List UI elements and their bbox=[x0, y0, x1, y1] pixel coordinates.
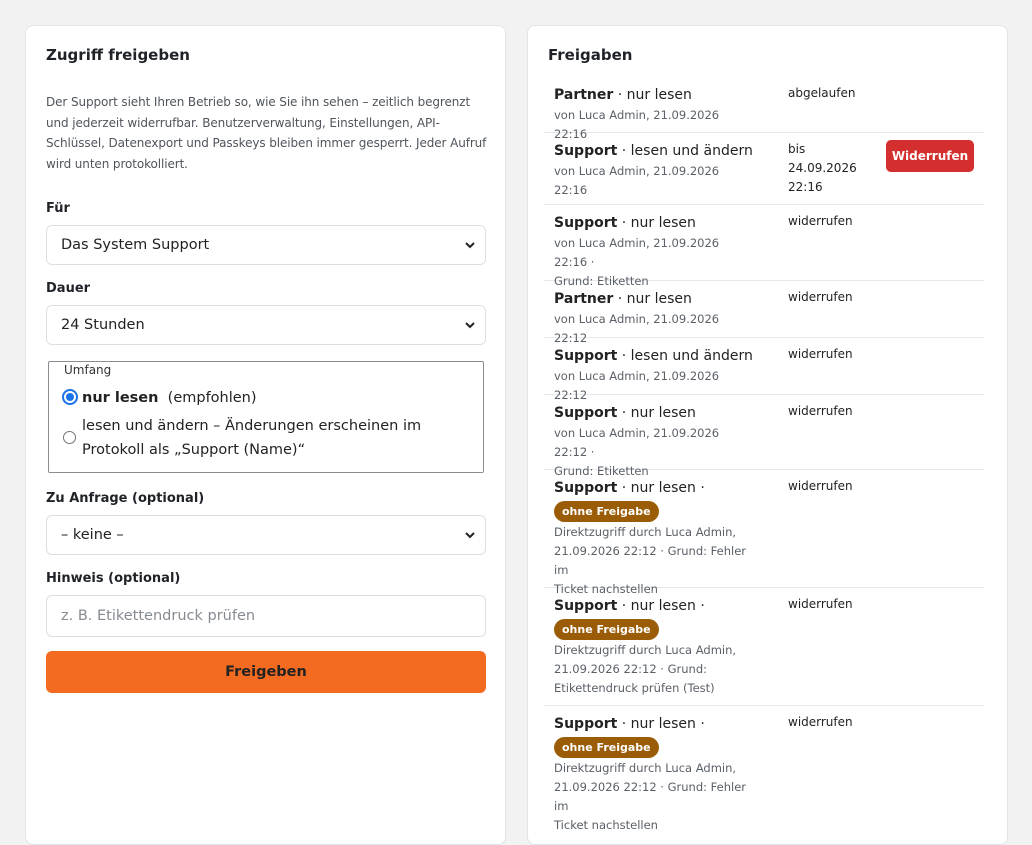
revoke-button[interactable]: Widerrufen bbox=[886, 140, 974, 172]
scope-write-label[interactable]: lesen und ändern – Änderungen erscheinen… bbox=[82, 414, 421, 462]
grant-entry: Support · nur lesen · ohne Freigabe Dire… bbox=[544, 469, 984, 596]
grant-status: widerrufen bbox=[788, 347, 853, 361]
grant-meta-line: Etikettendruck prüfen (Test) bbox=[554, 681, 715, 695]
note-label: Hinweis (optional) bbox=[46, 571, 181, 586]
for-select[interactable]: Das System Support bbox=[46, 225, 486, 265]
grant-heading: Support · lesen und ändern bbox=[554, 143, 753, 159]
grant-status: widerrufen bbox=[788, 597, 853, 611]
grant-entry: Support · lesen und ändern von Luca Admi… bbox=[544, 337, 984, 402]
grant-meta-line: von Luca Admin, 21.09.2026 22:16 · bbox=[554, 236, 720, 269]
grant-meta: Direktzugriff durch Luca Admin, 21.09.202… bbox=[554, 759, 754, 835]
grants-title: Freigaben bbox=[548, 46, 633, 64]
grant-meta-line: 21.09.2026 22:12 · Grund: bbox=[554, 662, 707, 676]
grant-heading: Support · lesen und ändern bbox=[554, 348, 753, 364]
request-select[interactable]: – keine – bbox=[46, 515, 486, 555]
for-select-value: Das System Support bbox=[61, 237, 210, 253]
duration-label: Dauer bbox=[46, 281, 91, 296]
grant-heading: Support · nur lesen bbox=[554, 405, 696, 421]
status-badge: ohne Freigabe bbox=[554, 619, 659, 640]
grant-mode: lesen und ändern bbox=[630, 348, 753, 364]
grant-status: abgelaufen bbox=[788, 86, 856, 100]
grant-entry: Support · nur lesen · ohne Freigabe Dire… bbox=[544, 705, 984, 832]
chevron-down-icon bbox=[465, 322, 475, 329]
for-label: Für bbox=[46, 201, 70, 216]
grant-status: widerrufen bbox=[788, 479, 853, 493]
grant-meta: von Luca Admin, 21.09.2026 22:16 bbox=[554, 164, 720, 197]
grant-status: widerrufen bbox=[788, 290, 853, 304]
grant-entry: Partner · nur lesen von Luca Admin, 21.0… bbox=[544, 280, 984, 345]
chevron-down-icon bbox=[465, 242, 475, 249]
grant-heading: Support · nur lesen · bbox=[554, 598, 705, 614]
grant-entry: Partner · nur lesen von Luca Admin, 21.0… bbox=[544, 76, 984, 141]
grant-status: widerrufen bbox=[788, 404, 853, 418]
grant-heading: Support · nur lesen bbox=[554, 215, 696, 231]
duration-select[interactable]: 24 Stunden bbox=[46, 305, 486, 345]
grant-heading: Partner · nur lesen bbox=[554, 291, 692, 307]
grant-who: Support bbox=[554, 598, 618, 614]
grant-heading: Support · nur lesen · bbox=[554, 480, 705, 496]
grant-status: widerrufen bbox=[788, 214, 853, 228]
grant-heading: Partner · nur lesen bbox=[554, 87, 692, 103]
note-input[interactable]: z. B. Etikettendruck prüfen bbox=[46, 595, 486, 637]
share-access-card: Zugriff freigeben Der Support sieht Ihre… bbox=[25, 25, 506, 845]
grant-status-line: 24.09.2026 bbox=[788, 161, 857, 175]
grant-who: Support bbox=[554, 480, 618, 496]
grant-mode: nur lesen · bbox=[630, 716, 705, 732]
request-select-value: – keine – bbox=[61, 527, 124, 543]
grant-button[interactable]: Freigeben bbox=[46, 651, 486, 693]
scope-legend: Umfang bbox=[62, 363, 114, 377]
grant-status: widerrufen bbox=[788, 715, 853, 729]
scope-read-strong: nur lesen bbox=[82, 390, 159, 406]
grant-mode: nur lesen · bbox=[630, 480, 705, 496]
grant-who: Support bbox=[554, 405, 618, 421]
grant-who: Support bbox=[554, 215, 618, 231]
scope-write-line1: lesen und ändern – Änderungen erscheinen… bbox=[82, 418, 422, 434]
grant-meta-line: Direktzugriff durch Luca Admin, bbox=[554, 761, 737, 775]
scope-write-line2: Protokoll als „Support (Name)“ bbox=[82, 442, 306, 458]
note-placeholder: z. B. Etikettendruck prüfen bbox=[61, 608, 256, 624]
grant-mode: nur lesen bbox=[626, 291, 692, 307]
intro-text: Der Support sieht Ihren Betrieb so, wie … bbox=[46, 95, 487, 171]
duration-select-value: 24 Stunden bbox=[61, 317, 145, 333]
grant-entry: Support · nur lesen · ohne Freigabe Dire… bbox=[544, 587, 984, 706]
scope-read-note: (empfohlen) bbox=[167, 390, 257, 406]
status-badge: ohne Freigabe bbox=[554, 501, 659, 522]
grant-mode: nur lesen · bbox=[630, 598, 705, 614]
grant-status-line: 22:16 bbox=[788, 180, 823, 194]
status-badge: ohne Freigabe bbox=[554, 737, 659, 758]
request-label: Zu Anfrage (optional) bbox=[46, 491, 205, 506]
grant-entry: Support · lesen und ändern von Luca Admi… bbox=[544, 132, 984, 205]
chevron-down-icon bbox=[465, 532, 475, 539]
grant-meta-line: 21.09.2026 22:12 · Grund: Fehler im bbox=[554, 544, 747, 577]
grant-mode: nur lesen bbox=[626, 87, 692, 103]
grant-mode: lesen und ändern bbox=[630, 143, 753, 159]
grant-entry: Support · nur lesen von Luca Admin, 21.0… bbox=[544, 394, 984, 478]
grant-who: Support bbox=[554, 348, 618, 364]
grant-status-line: bis bbox=[788, 142, 806, 156]
scope-read-label[interactable]: nur lesen (empfohlen) bbox=[82, 386, 257, 410]
grant-mode: nur lesen bbox=[630, 405, 696, 421]
grant-meta-line: 21.09.2026 22:12 · Grund: Fehler im bbox=[554, 780, 747, 813]
grant-meta-line: von Luca Admin, 21.09.2026 22:12 · bbox=[554, 426, 720, 459]
grant-meta-line: Direktzugriff durch Luca Admin, bbox=[554, 525, 737, 539]
grant-status: bis 24.09.2026 22:16 bbox=[788, 140, 857, 197]
card-title: Zugriff freigeben bbox=[46, 46, 190, 64]
grant-who: Partner bbox=[554, 87, 614, 103]
grant-meta-line: Ticket nachstellen bbox=[554, 818, 658, 832]
grant-who: Partner bbox=[554, 291, 614, 307]
scope-write-radio[interactable] bbox=[63, 431, 76, 444]
scope-read-radio[interactable] bbox=[62, 389, 78, 405]
grant-who: Support bbox=[554, 716, 618, 732]
grant-heading: Support · nur lesen · bbox=[554, 716, 705, 732]
grant-meta-line: Direktzugriff durch Luca Admin, bbox=[554, 643, 737, 657]
grant-meta: Direktzugriff durch Luca Admin, 21.09.202… bbox=[554, 641, 754, 698]
grant-entry: Support · nur lesen von Luca Admin, 21.0… bbox=[544, 204, 984, 288]
grant-mode: nur lesen bbox=[630, 215, 696, 231]
grant-who: Support bbox=[554, 143, 618, 159]
grants-card: Freigaben Partner · nur lesen von Luca A… bbox=[527, 25, 1008, 845]
